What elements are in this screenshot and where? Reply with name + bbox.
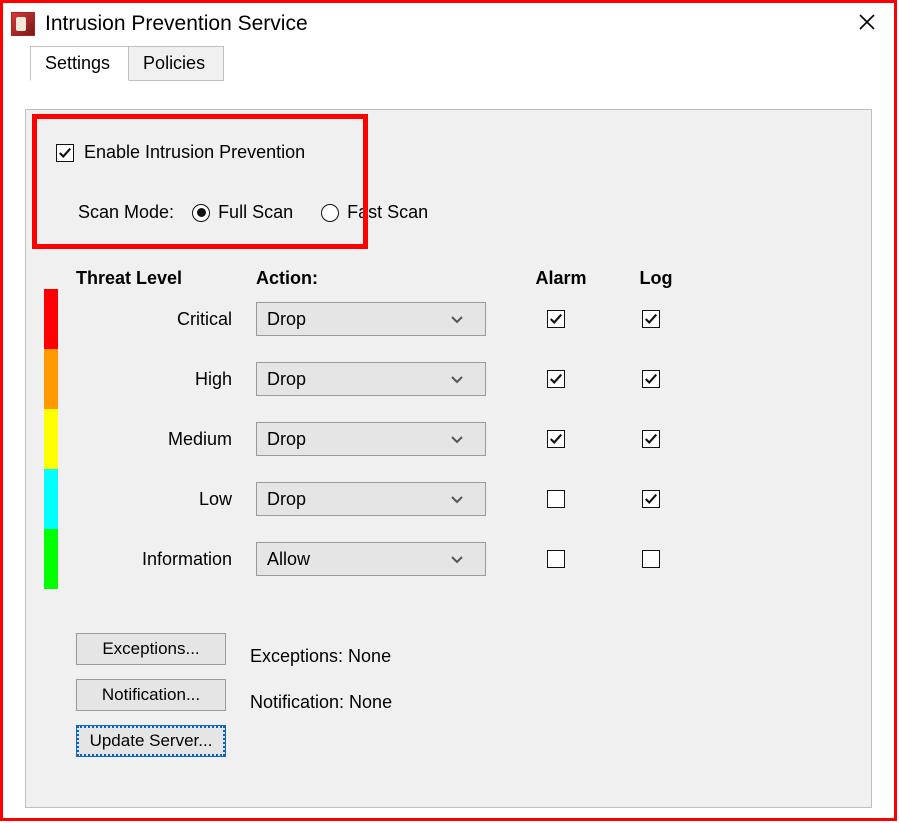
scan-mode-row: Scan Mode: Full Scan Fast Scan (78, 202, 428, 223)
radio-icon (192, 204, 210, 222)
radio-label: Fast Scan (347, 202, 428, 223)
alarm-checkbox-information[interactable] (547, 550, 565, 568)
alarm-checkbox-critical[interactable] (547, 310, 565, 328)
threat-table: Threat Level Action: Alarm Log Critical D… (76, 268, 721, 589)
action-dropdown-critical[interactable]: Drop (256, 302, 486, 336)
log-checkbox-low[interactable] (642, 490, 660, 508)
dropdown-value: Drop (267, 489, 306, 510)
log-checkbox-medium[interactable] (642, 430, 660, 448)
log-checkbox-critical[interactable] (642, 310, 660, 328)
scan-mode-label: Scan Mode: (78, 202, 174, 223)
scan-mode-full-scan[interactable]: Full Scan (192, 202, 293, 223)
threat-color-bar (44, 289, 58, 349)
threat-color-bar (44, 529, 58, 589)
threat-color-bar (44, 469, 58, 529)
dropdown-value: Allow (267, 549, 310, 570)
exceptions-status: Exceptions: None (250, 646, 391, 667)
dropdown-value: Drop (267, 369, 306, 390)
threat-color-bar (44, 349, 58, 409)
title-bar: Intrusion Prevention Service (3, 3, 894, 45)
threat-row-critical: Critical Drop (76, 289, 721, 349)
action-dropdown-low[interactable]: Drop (256, 482, 486, 516)
header-action: Action: (256, 268, 506, 289)
settings-panel: Enable Intrusion Prevention Scan Mode: F… (25, 109, 872, 808)
alarm-checkbox-medium[interactable] (547, 430, 565, 448)
tab-bar: Settings Policies (30, 46, 224, 81)
enable-intrusion-row: Enable Intrusion Prevention (56, 142, 305, 163)
header-alarm: Alarm (506, 268, 616, 289)
threat-row-low: Low Drop (76, 469, 721, 529)
radio-label: Full Scan (218, 202, 293, 223)
tab-policies[interactable]: Policies (128, 46, 224, 81)
threat-table-header: Threat Level Action: Alarm Log (76, 268, 721, 289)
enable-intrusion-label: Enable Intrusion Prevention (84, 142, 305, 163)
alarm-checkbox-high[interactable] (547, 370, 565, 388)
radio-icon (321, 204, 339, 222)
threat-row-high: High Drop (76, 349, 721, 409)
action-dropdown-information[interactable]: Allow (256, 542, 486, 576)
threat-level-label: High (96, 369, 256, 390)
annotation-highlight (32, 114, 368, 249)
notification-status: Notification: None (250, 692, 392, 713)
window-title: Intrusion Prevention Service (45, 12, 308, 36)
scan-mode-fast-scan[interactable]: Fast Scan (321, 202, 428, 223)
close-icon[interactable] (850, 8, 884, 40)
threat-level-label: Low (96, 489, 256, 510)
alarm-checkbox-low[interactable] (547, 490, 565, 508)
threat-level-label: Medium (96, 429, 256, 450)
threat-color-bar (44, 409, 58, 469)
threat-row-information: Information Allow (76, 529, 721, 589)
app-icon (11, 12, 35, 36)
notification-button[interactable]: Notification... (76, 679, 226, 711)
button-area: Exceptions... Exceptions: None Notificat… (76, 640, 392, 778)
action-dropdown-medium[interactable]: Drop (256, 422, 486, 456)
threat-level-label: Critical (96, 309, 256, 330)
dropdown-value: Drop (267, 429, 306, 450)
tab-settings[interactable]: Settings (30, 46, 129, 81)
threat-level-label: Information (96, 549, 256, 570)
header-threat-level: Threat Level (76, 268, 256, 289)
exceptions-button[interactable]: Exceptions... (76, 633, 226, 665)
enable-intrusion-checkbox[interactable] (56, 144, 74, 162)
window-frame: Intrusion Prevention Service Settings Po… (0, 0, 897, 821)
log-checkbox-information[interactable] (642, 550, 660, 568)
header-log: Log (616, 268, 696, 289)
threat-row-medium: Medium Drop (76, 409, 721, 469)
log-checkbox-high[interactable] (642, 370, 660, 388)
dropdown-value: Drop (267, 309, 306, 330)
update-server-button[interactable]: Update Server... (76, 725, 226, 757)
action-dropdown-high[interactable]: Drop (256, 362, 486, 396)
